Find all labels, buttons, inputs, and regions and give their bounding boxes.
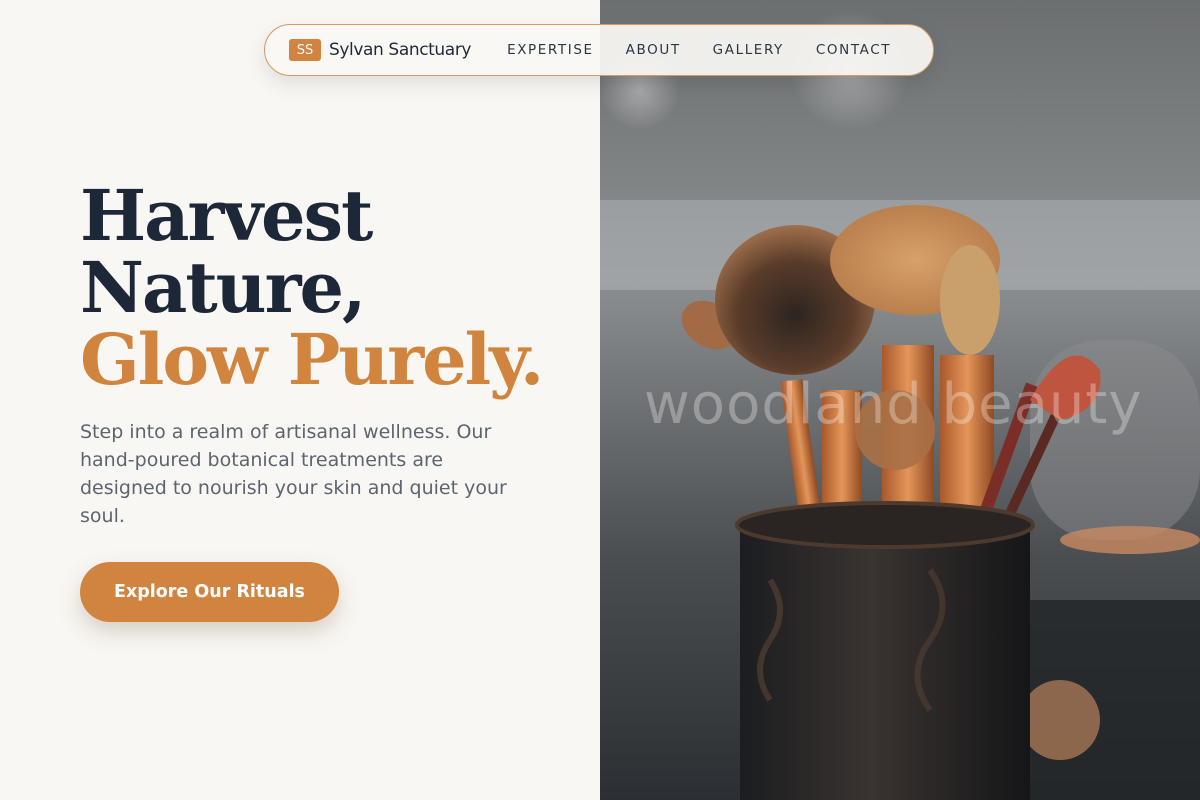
brand-name: Sylvan Sanctuary <box>329 40 472 60</box>
hero-headline: Harvest Nature, Glow Purely. <box>80 174 544 401</box>
nav-link-contact[interactable]: CONTACT <box>816 42 891 58</box>
brand-monogram-icon: SS <box>289 39 321 61</box>
explore-rituals-button[interactable]: Explore Our Rituals <box>80 562 339 622</box>
headline-line-3: Glow Purely. <box>80 318 544 401</box>
headline-line-1: Harvest <box>80 174 373 257</box>
headline-line-2: Nature, <box>80 246 366 329</box>
nav-link-about[interactable]: ABOUT <box>626 42 681 58</box>
landing-page: Harvest Nature, Glow Purely. Step into a… <box>0 0 1200 800</box>
hero-text-panel: Harvest Nature, Glow Purely. Step into a… <box>0 0 600 800</box>
image-watermark: woodland beauty <box>644 372 1143 437</box>
hero-description: Step into a realm of artisanal wellness.… <box>80 421 507 527</box>
nav-links: EXPERTISE ABOUT GALLERY CONTACT <box>507 42 891 58</box>
hero-image-panel: woodland beauty <box>600 0 1200 800</box>
nav-link-expertise[interactable]: EXPERTISE <box>507 42 594 58</box>
brand-logo[interactable]: SS Sylvan Sanctuary <box>289 39 471 61</box>
top-navigation: SS Sylvan Sanctuary EXPERTISE ABOUT GALL… <box>264 24 934 76</box>
nav-link-gallery[interactable]: GALLERY <box>713 42 784 58</box>
